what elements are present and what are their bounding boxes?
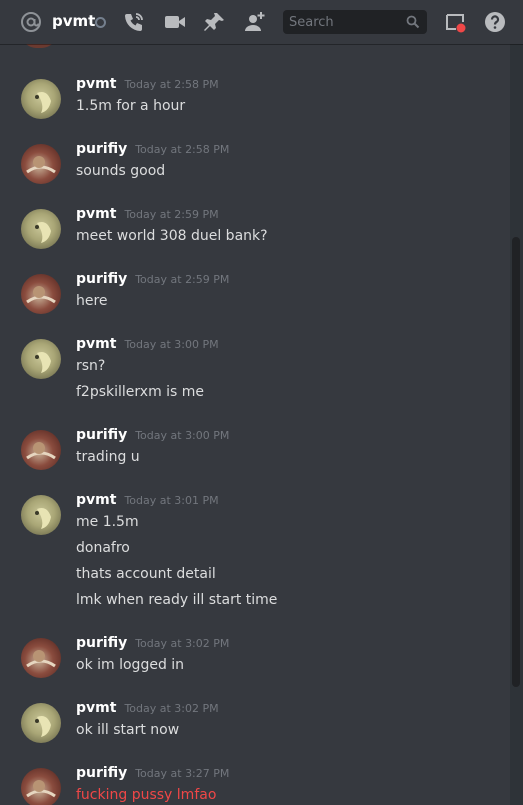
message-timestamp: Today at 2:58 PM xyxy=(124,78,219,91)
message-author[interactable]: purifiy Today at 2:59 PM xyxy=(76,271,229,287)
help-icon[interactable] xyxy=(484,11,506,33)
message-author[interactable]: purifiy Today at 3:27 PM xyxy=(76,765,229,781)
avatar[interactable] xyxy=(21,495,61,535)
avatar[interactable] xyxy=(21,703,61,743)
inbox-icon[interactable] xyxy=(444,11,466,33)
message-timestamp: Today at 3:02 PM xyxy=(135,637,230,650)
scrollbar-thumb[interactable] xyxy=(512,237,520,687)
message-text: here xyxy=(76,293,108,309)
avatar xyxy=(22,44,56,48)
avatar[interactable] xyxy=(21,209,61,249)
message-author[interactable]: pvmt Today at 2:58 PM xyxy=(76,76,219,92)
message-text: donafro xyxy=(76,540,130,556)
video-icon[interactable] xyxy=(164,11,186,33)
message-text: lmk when ready ill start time xyxy=(76,592,278,608)
message-text: ok ill start now xyxy=(76,722,180,738)
search-bar[interactable] xyxy=(283,10,427,34)
message-author[interactable]: purifiy Today at 2:58 PM xyxy=(76,141,229,157)
message-list[interactable]: pvmt Today at 2:58 PM 1.5m for a hour pur… xyxy=(0,44,510,805)
message-timestamp: Today at 2:59 PM xyxy=(124,208,219,221)
avatar[interactable] xyxy=(21,768,61,805)
message-text: fucking pussy lmfao xyxy=(76,787,217,803)
message-text: thats account detail xyxy=(76,566,216,582)
message-timestamp: Today at 3:00 PM xyxy=(124,338,219,351)
avatar[interactable] xyxy=(21,79,61,119)
avatar[interactable] xyxy=(21,638,61,678)
search-icon xyxy=(406,15,420,29)
message-text: ok im logged in xyxy=(76,657,185,673)
message-text: meet world 308 duel bank? xyxy=(76,228,268,244)
message-author[interactable]: purifiy Today at 3:00 PM xyxy=(76,427,229,443)
message-timestamp: Today at 2:59 PM xyxy=(135,273,230,286)
message-text: f2pskillerxm is me xyxy=(76,384,205,400)
message-timestamp: Today at 2:58 PM xyxy=(135,143,230,156)
message-timestamp: Today at 3:02 PM xyxy=(124,702,219,715)
message-timestamp: Today at 3:27 PM xyxy=(135,767,230,780)
message-author[interactable]: pvmt Today at 3:02 PM xyxy=(76,700,219,716)
message-text: sounds good xyxy=(76,163,166,179)
message-author[interactable]: pvmt Today at 3:01 PM xyxy=(76,492,219,508)
pin-icon[interactable] xyxy=(204,11,226,33)
message-author[interactable]: pvmt Today at 3:00 PM xyxy=(76,336,219,352)
channel-header: pvmt xyxy=(0,0,523,44)
status-offline-icon xyxy=(95,17,106,28)
message-author[interactable]: pvmt Today at 2:59 PM xyxy=(76,206,219,222)
avatar[interactable] xyxy=(21,339,61,379)
avatar[interactable] xyxy=(21,430,61,470)
call-icon[interactable] xyxy=(123,11,145,33)
message-timestamp: Today at 3:01 PM xyxy=(124,494,219,507)
message-text: rsn? xyxy=(76,358,106,374)
at-icon xyxy=(21,12,41,32)
message-timestamp: Today at 3:00 PM xyxy=(135,429,230,442)
channel-name: pvmt xyxy=(52,12,96,30)
message-author[interactable]: purifiy Today at 3:02 PM xyxy=(76,635,229,651)
message-text: trading u xyxy=(76,449,140,465)
message-text: me 1.5m xyxy=(76,514,139,530)
avatar[interactable] xyxy=(21,274,61,314)
scrollbar-track[interactable] xyxy=(510,44,523,805)
message-text: 1.5m for a hour xyxy=(76,98,186,114)
search-input[interactable] xyxy=(289,13,399,31)
avatar[interactable] xyxy=(21,144,61,184)
add-user-icon[interactable] xyxy=(244,11,266,33)
